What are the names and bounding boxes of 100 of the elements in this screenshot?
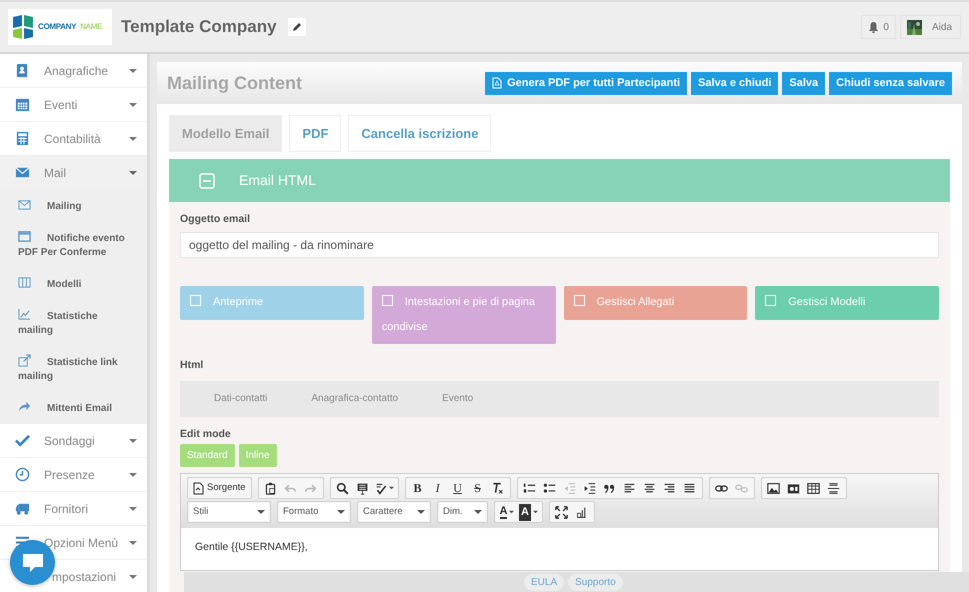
underline-button[interactable]: U [448,479,468,498]
background-color-button[interactable]: A [517,503,540,522]
align-center-icon [643,482,656,495]
indent-icon [583,482,596,495]
italic-button[interactable]: I [428,479,448,498]
pdf-file-icon [492,77,502,89]
outdent-icon [563,482,576,495]
redo-icon [304,482,318,495]
numbered-list-icon [523,482,536,495]
sidebar-item[interactable]: Eventi [0,88,147,122]
calculator-icon [15,131,30,146]
external-link-icon [18,354,31,367]
dropdown[interactable]: Carattere [360,503,428,522]
envelope-icon [18,198,31,211]
clock-icon [15,467,30,482]
caret-icon [129,472,137,476]
option-card[interactable]: Gestisci Allegati [564,286,748,320]
field-label: Html [180,358,204,373]
bold-button[interactable]: B [408,479,428,498]
placeholder-tab[interactable]: Evento [442,391,474,406]
user-button[interactable]: Aida [900,15,961,39]
table-icon [807,482,820,495]
unlink-icon [735,482,748,495]
sidebar-item[interactable]: Mail [0,156,147,190]
action-button[interactable]: Salva e chiudi [691,72,778,94]
media-icon [787,482,800,495]
editor-text: Gentile {{USERNAME}}, [195,541,308,554]
tab[interactable]: Cancella iscrizione [348,115,492,152]
sidebar-item[interactable]: Presenze [0,458,147,492]
caret-icon [129,102,137,106]
document-icon [193,482,204,495]
tab[interactable]: PDF [289,115,342,152]
action-button[interactable]: Chiudi senza salvare [829,72,952,94]
field-label: Edit mode [180,426,232,442]
pencil-icon [292,22,302,32]
checkbox[interactable] [190,294,201,306]
caret-icon [129,438,137,442]
check-icon [15,433,30,448]
sidebar-item[interactable]: Sondaggi [0,424,147,458]
sidebar-item[interactable]: Fornitori [0,492,147,526]
caret-icon [129,170,137,174]
truck-icon [15,501,30,516]
edit-button[interactable] [286,17,307,37]
bell-icon [868,21,880,33]
align-left-icon [623,482,636,495]
caret-icon [129,574,137,578]
calendar-icon [15,97,30,112]
field-label: Oggetto email [180,212,252,227]
option-card[interactable]: Gestisci Modelli [755,286,939,320]
spellcheck-icon [374,482,388,495]
caret-icon [388,486,394,490]
company-title: Template Company [121,16,277,38]
footer-link[interactable]: EULA [524,574,564,590]
dropdown[interactable]: Dim. [440,503,485,522]
dropdown[interactable]: Formato [280,503,348,522]
caret-icon [474,510,482,514]
caret-icon [129,540,137,544]
paste-icon [264,482,278,495]
subject-field[interactable]: oggetto del mailing - da rinominare [180,232,939,258]
sidebar-subitem[interactable]: Statistiche link mailing [0,346,147,392]
footer-link[interactable]: Supporto [568,574,623,590]
notifications-button[interactable]: 0 [861,15,896,39]
dropdown[interactable]: Stili [190,503,268,522]
placeholder-tab[interactable]: Anagrafica-contatto [311,391,398,406]
action-button[interactable]: Genera PDF per tutti Partecipanti [485,72,688,94]
logo-icon [12,14,34,40]
tab[interactable]: Modello Email [169,115,282,152]
envelope-icon [15,165,30,180]
show-blocks-icon [575,506,588,519]
page-title: Mailing Content [167,72,303,95]
logo-text: COMPANY [38,21,76,33]
sidebar-subitem[interactable]: Notifiche evento PDF Per Conferme [0,222,147,268]
undo-icon [284,482,298,495]
text-block-icon [356,482,370,495]
option-card[interactable]: Intestazioni e pie di pagina condivise [372,286,556,344]
checkbox[interactable] [574,294,584,306]
caret-icon [532,510,538,514]
contact-book-icon [15,63,30,78]
chat-icon [20,552,44,574]
sidebar-subitem[interactable]: Mailing [0,190,147,222]
search-icon [336,482,350,495]
text-color-button[interactable]: A [497,503,517,522]
action-button[interactable]: Salva [782,72,826,94]
checkbox[interactable] [382,294,393,306]
sidebar-subitem[interactable]: Modelli [0,268,147,300]
line-chart-icon [18,308,31,321]
horizontal-rule-icon [827,482,840,495]
strikethrough-button[interactable]: S [468,479,488,498]
sidebar-subitem[interactable]: Statistiche mailing [0,300,147,346]
caret-icon [129,136,137,140]
caret-icon [509,510,514,514]
placeholder-tab[interactable]: Dati-contatti [214,391,268,406]
sidebar-subitem[interactable]: Mittenti Email [0,392,147,424]
editor-area[interactable]: Gentile {{USERNAME}}, [181,528,938,570]
caret-icon [337,510,345,514]
checkbox[interactable] [765,294,776,306]
source-button[interactable]: Sorgente [190,479,249,498]
caret-icon [257,510,265,514]
sidebar-item[interactable]: Anagrafiche [0,54,147,88]
caret-icon [417,510,425,514]
